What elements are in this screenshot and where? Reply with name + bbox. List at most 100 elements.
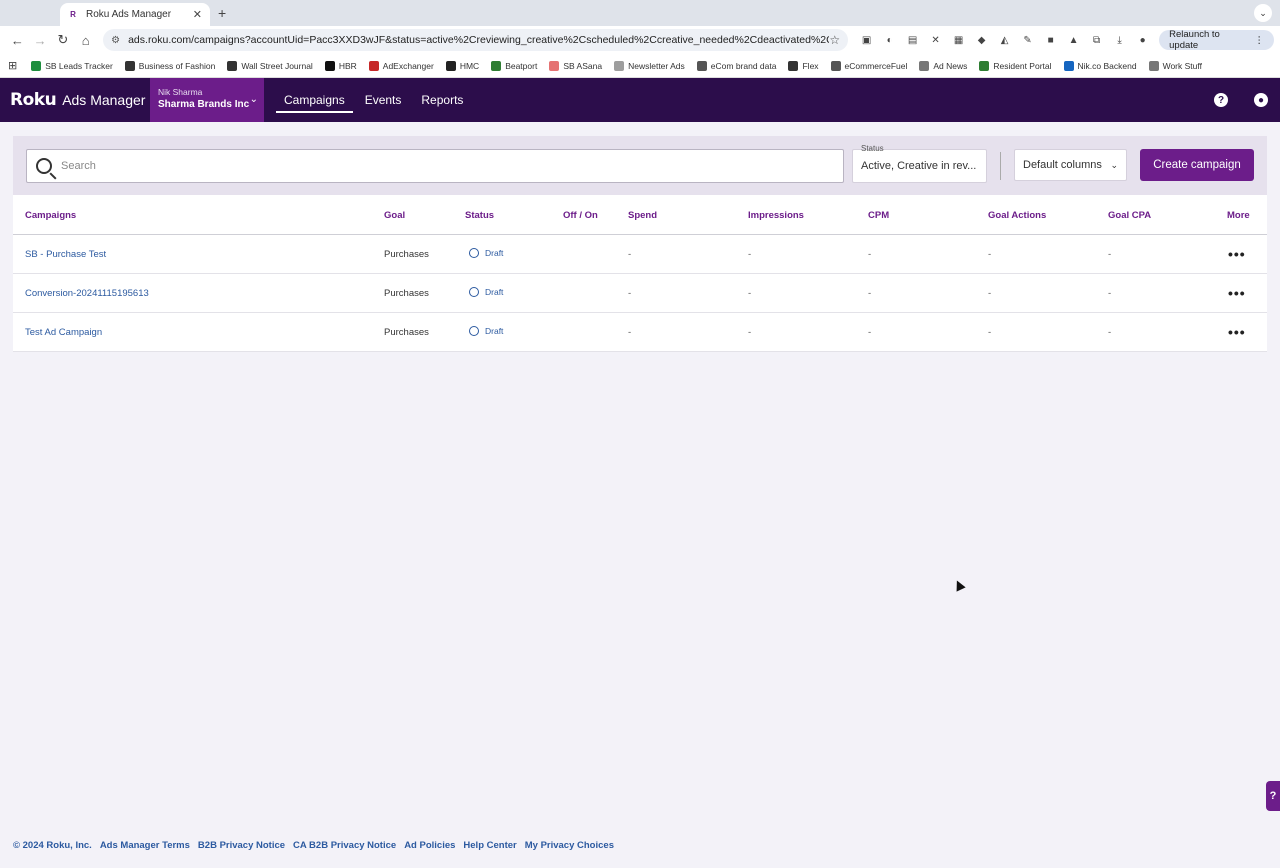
bookmark-item[interactable]: HBR	[324, 60, 357, 71]
extension-icon[interactable]: ◐	[881, 32, 898, 49]
bookmark-label: Ad News	[933, 60, 968, 71]
search-input[interactable]	[61, 160, 821, 172]
footer-link-ads-manager-terms[interactable]: Ads Manager Terms	[100, 840, 190, 851]
metamask-icon[interactable]: ◭	[996, 32, 1013, 49]
create-campaign-button[interactable]: Create campaign	[1140, 149, 1254, 181]
bookmark-favicon-icon	[445, 60, 456, 71]
bookmark-favicon-icon	[491, 60, 502, 71]
bookmark-favicon-icon	[1063, 60, 1074, 71]
bookmark-item[interactable]: Nik.co Backend	[1063, 60, 1137, 71]
x-icon[interactable]: ✕	[927, 32, 944, 49]
more-options-icon[interactable]: •••	[1228, 324, 1246, 340]
help-icon[interactable]: ?	[1214, 93, 1228, 107]
apps-grid-icon[interactable]: ⊞	[8, 59, 17, 72]
puzzle-icon[interactable]: ⧉	[1088, 32, 1105, 49]
header-status[interactable]: Status	[465, 210, 494, 221]
download-icon[interactable]: ⤓	[1111, 32, 1128, 49]
campaign-name-link[interactable]: Test Ad Campaign	[25, 327, 102, 338]
more-options-icon[interactable]: •••	[1228, 246, 1246, 262]
tab-search-chevron-icon[interactable]: ⌄	[1254, 4, 1272, 22]
footer-link-ca-b2b-privacy[interactable]: CA B2B Privacy Notice	[293, 840, 396, 851]
site-info-icon[interactable]: ⚙	[111, 35, 120, 46]
bookmark-label: AdExchanger	[382, 60, 434, 71]
reload-icon[interactable]: ↻	[52, 28, 75, 52]
url-text[interactable]: ads.roku.com/campaigns?accountUid=Pacc3X…	[128, 34, 829, 46]
footer-link-privacy-choices[interactable]: My Privacy Choices	[525, 840, 614, 851]
bookmark-favicon-icon	[696, 60, 707, 71]
campaign-name-link[interactable]: Conversion-20241115195613	[25, 288, 149, 299]
bookmark-favicon-icon	[31, 60, 42, 71]
bookmark-item[interactable]: SB ASana	[549, 60, 602, 71]
nav-reports[interactable]: Reports	[411, 78, 473, 122]
extension-icon[interactable]: ◆	[973, 32, 990, 49]
goal-actions-cell: -	[988, 288, 992, 299]
bookmark-item[interactable]: Ad News	[919, 60, 968, 71]
status-text: Draft	[485, 326, 504, 336]
profile-avatar-icon[interactable]: ●	[1134, 32, 1151, 49]
browser-tab-bar: R Roku Ads Manager ✕ + ⌄	[0, 0, 1280, 26]
header-goal-cpa[interactable]: Goal CPA	[1108, 210, 1151, 221]
columns-select[interactable]: Default columns ⌄	[1014, 149, 1127, 181]
bookmark-item[interactable]: eCom brand data	[696, 60, 776, 71]
header-campaigns[interactable]: Campaigns	[25, 210, 76, 221]
bookmark-item[interactable]: Resident Portal	[979, 60, 1052, 71]
footer-link-ad-policies[interactable]: Ad Policies	[404, 840, 455, 851]
status-filter-select[interactable]: Status Active, Creative in rev...	[852, 144, 987, 183]
header-goal-actions[interactable]: Goal Actions	[988, 210, 1046, 221]
bookmark-item[interactable]: Wall Street Journal	[227, 60, 313, 71]
nav-events[interactable]: Events	[355, 78, 412, 122]
bookmark-star-icon[interactable]: ☆	[829, 33, 840, 47]
header-impressions[interactable]: Impressions	[748, 210, 804, 221]
bookmark-item[interactable]: HMC	[445, 60, 479, 71]
filter-bar: Status Active, Creative in rev... Defaul…	[13, 136, 1267, 195]
help-widget-button[interactable]: ?	[1266, 781, 1280, 811]
bookmark-favicon-icon	[368, 60, 379, 71]
bookmark-item[interactable]: Work Stuff	[1148, 60, 1202, 71]
bookmark-item[interactable]: Beatport	[491, 60, 537, 71]
close-tab-icon[interactable]: ✕	[193, 8, 202, 21]
divider	[1000, 152, 1001, 180]
account-switcher[interactable]: Nik Sharma Sharma Brands Inc ⌄	[150, 78, 264, 122]
roku-favicon-icon: R	[70, 10, 76, 19]
header-spend[interactable]: Spend	[628, 210, 657, 221]
new-tab-button[interactable]: +	[218, 5, 226, 21]
goal-cpa-cell: -	[1108, 327, 1112, 338]
header-goal[interactable]: Goal	[384, 210, 405, 221]
bookmark-favicon-icon	[979, 60, 990, 71]
nav-campaigns[interactable]: Campaigns	[274, 78, 355, 122]
brand-logo[interactable]: Roku Ads Manager	[0, 90, 150, 110]
bookmark-item[interactable]: Business of Fashion	[124, 60, 215, 71]
draft-status-icon	[469, 248, 479, 258]
footer-link-b2b-privacy[interactable]: B2B Privacy Notice	[198, 840, 285, 851]
bookmarks-bar: ⊞ SB Leads Tracker Business of Fashion Wal…	[0, 54, 1280, 78]
extension-icon[interactable]: ▦	[950, 32, 967, 49]
extension-icon[interactable]: ▤	[904, 32, 921, 49]
bookmark-item[interactable]: eCommerceFuel	[830, 60, 907, 71]
browser-tab[interactable]: R Roku Ads Manager ✕	[60, 3, 210, 26]
bookmark-item[interactable]: SB Leads Tracker	[31, 60, 113, 71]
status-badge: Draft	[469, 326, 503, 336]
url-bar[interactable]: ⚙ ads.roku.com/campaigns?accountUid=Pacc…	[103, 29, 849, 51]
back-icon[interactable]: ←	[6, 28, 29, 52]
app-header: Roku Ads Manager Nik Sharma Sharma Brand…	[0, 78, 1280, 122]
header-cpm[interactable]: CPM	[868, 210, 889, 221]
drive-icon[interactable]: ▲	[1065, 32, 1082, 49]
forward-icon[interactable]: →	[29, 28, 52, 52]
extension-icon[interactable]: ▣	[858, 32, 875, 49]
bookmark-item[interactable]: AdExchanger	[368, 60, 434, 71]
home-icon[interactable]: ⌂	[74, 28, 97, 52]
campaigns-table: Campaigns Goal Status Off / On Spend Imp…	[13, 195, 1267, 352]
bookmark-item[interactable]: Flex	[788, 60, 819, 71]
extension-icon[interactable]: ■	[1042, 32, 1059, 49]
footer-link-help-center[interactable]: Help Center	[463, 840, 516, 851]
relaunch-button[interactable]: Relaunch to update ⋮	[1159, 29, 1274, 51]
campaign-name-link[interactable]: SB - Purchase Test	[25, 249, 106, 260]
bookmark-label: HBR	[338, 60, 357, 71]
more-options-icon[interactable]: •••	[1228, 285, 1246, 301]
search-field[interactable]	[26, 149, 844, 183]
header-off-on[interactable]: Off / On	[563, 210, 598, 221]
product-name: Ads Manager	[62, 92, 146, 108]
user-account-icon[interactable]: ●	[1254, 93, 1268, 107]
pen-icon[interactable]: ✎	[1019, 32, 1036, 49]
bookmark-item[interactable]: Newsletter Ads	[614, 60, 685, 71]
